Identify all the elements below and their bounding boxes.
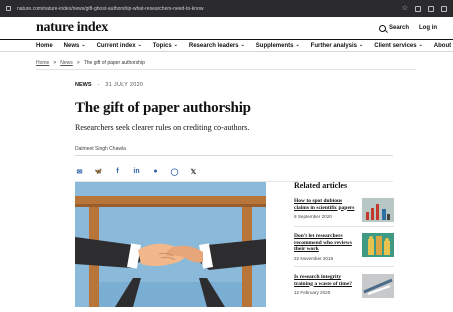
extension-icon[interactable] bbox=[415, 5, 421, 12]
address-bar[interactable]: nature.com/nature-index/news/gift-ghost-… bbox=[11, 6, 402, 12]
article-title: The gift of paper authorship bbox=[75, 100, 251, 116]
reddit-icon[interactable]: ● bbox=[151, 167, 160, 176]
breadcrumb: Home > News > The gift of paper authorsh… bbox=[36, 60, 145, 66]
article-author[interactable]: Dalmeet Singh Chawla bbox=[75, 146, 126, 152]
search-button[interactable]: Search bbox=[378, 24, 409, 32]
chevron-down-icon: ⌄ bbox=[81, 42, 86, 48]
browser-toolbar: nature.com/nature-index/news/gift-ghost-… bbox=[0, 0, 453, 17]
chevron-down-icon: ⌄ bbox=[173, 42, 178, 48]
bookmark-star-icon[interactable]: ☆ bbox=[402, 5, 408, 12]
related-article-title[interactable]: Don't let researchers recommend who revi… bbox=[294, 233, 358, 253]
breadcrumb-separator: > bbox=[53, 60, 57, 66]
nav-item-label: Current index bbox=[96, 42, 136, 49]
related-article-thumbnail[interactable] bbox=[362, 233, 394, 257]
site-logo[interactable]: nature index bbox=[36, 20, 108, 36]
search-label: Search bbox=[388, 25, 409, 31]
related-article[interactable]: How to spot dubious claims in scientific… bbox=[294, 198, 394, 222]
chevron-down-icon: ⌄ bbox=[359, 42, 364, 48]
divider bbox=[294, 226, 394, 227]
chevron-down-icon: ⌄ bbox=[240, 42, 245, 48]
article-category[interactable]: NEWS bbox=[75, 82, 92, 88]
chevron-down-icon: ⌄ bbox=[418, 42, 423, 48]
nav-item-label: Further analysis bbox=[310, 42, 358, 49]
browser-actions: ☆ bbox=[402, 5, 447, 12]
facebook-icon[interactable]: f bbox=[113, 167, 122, 176]
nav-item-label: Client services bbox=[374, 42, 417, 49]
nav-item-supplements[interactable]: Supplements ⌄ bbox=[256, 43, 300, 49]
nav-item-current-index[interactable]: Current index ⌄ bbox=[97, 43, 142, 49]
related-article-thumbnail[interactable] bbox=[362, 274, 394, 298]
linkedin-icon[interactable]: in bbox=[132, 167, 141, 176]
breadcrumb-current: The gift of paper authorship bbox=[83, 60, 145, 66]
nav-item-label: Topics bbox=[152, 42, 172, 49]
nav-item-label: About bbox=[433, 42, 452, 49]
nav-item-label: Home bbox=[36, 42, 53, 49]
related-article-title[interactable]: Is research integrity training a waste o… bbox=[294, 274, 358, 287]
related-article-thumbnail[interactable] bbox=[362, 198, 394, 222]
email-icon[interactable]: ✉ bbox=[75, 167, 84, 176]
meta-separator: · bbox=[97, 82, 100, 88]
divider bbox=[294, 266, 394, 267]
bluesky-icon[interactable]: 🦋 bbox=[94, 167, 103, 176]
article-date: 31 JULY 2020 bbox=[105, 82, 144, 88]
search-icon bbox=[378, 24, 386, 32]
divider bbox=[75, 155, 393, 156]
whatsapp-icon[interactable]: ◯ bbox=[170, 167, 179, 176]
related-articles-heading: Related articles bbox=[294, 181, 348, 190]
nav-item-home[interactable]: Home bbox=[36, 43, 53, 49]
article-subtitle: Researchers seek clearer rules on credit… bbox=[75, 123, 250, 132]
nav-item-client-services[interactable]: Client services ⌄ bbox=[374, 43, 423, 49]
nav-item-about[interactable]: About⌄ bbox=[434, 43, 453, 49]
sidebar-icon[interactable] bbox=[428, 5, 434, 12]
chevron-down-icon: ⌄ bbox=[137, 42, 142, 48]
header-actions: Search Log in bbox=[378, 24, 437, 32]
nav-item-label: Supplements bbox=[255, 42, 294, 49]
chevron-down-icon: ⌄ bbox=[295, 42, 300, 48]
share-bar: ✉ 🦋 f in ● ◯ 𝕏 bbox=[75, 167, 198, 176]
breadcrumb-divider bbox=[36, 69, 416, 70]
hero-illustration bbox=[75, 182, 266, 307]
related-article-title[interactable]: How to spot dubious claims in scientific… bbox=[294, 198, 358, 211]
nav-item-news[interactable]: News ⌄ bbox=[64, 43, 86, 49]
table-top bbox=[75, 196, 266, 204]
breadcrumb-separator: > bbox=[76, 60, 80, 66]
related-article[interactable]: Is research integrity training a waste o… bbox=[294, 274, 394, 298]
x-icon[interactable]: 𝕏 bbox=[189, 167, 198, 176]
nav-item-further-analysis[interactable]: Further analysis ⌄ bbox=[311, 43, 364, 49]
nav-item-label: Research leaders bbox=[188, 42, 239, 49]
nav-item-research-leaders[interactable]: Research leaders ⌄ bbox=[189, 43, 245, 49]
article-meta: NEWS · 31 JULY 2020 bbox=[75, 82, 143, 88]
site-header: nature index Search Log in bbox=[0, 17, 453, 39]
breadcrumb-home[interactable]: Home bbox=[36, 60, 49, 66]
main-nav: Home News ⌄ Current index ⌄ Topics ⌄ Resear… bbox=[0, 39, 453, 52]
profile-icon[interactable] bbox=[441, 5, 447, 12]
login-link[interactable]: Log in bbox=[419, 25, 437, 31]
breadcrumb-news[interactable]: News bbox=[60, 60, 73, 66]
nav-item-label: News bbox=[63, 42, 80, 49]
nav-item-topics[interactable]: Topics ⌄ bbox=[153, 43, 178, 49]
related-article[interactable]: Don't let researchers recommend who revi… bbox=[294, 233, 394, 261]
